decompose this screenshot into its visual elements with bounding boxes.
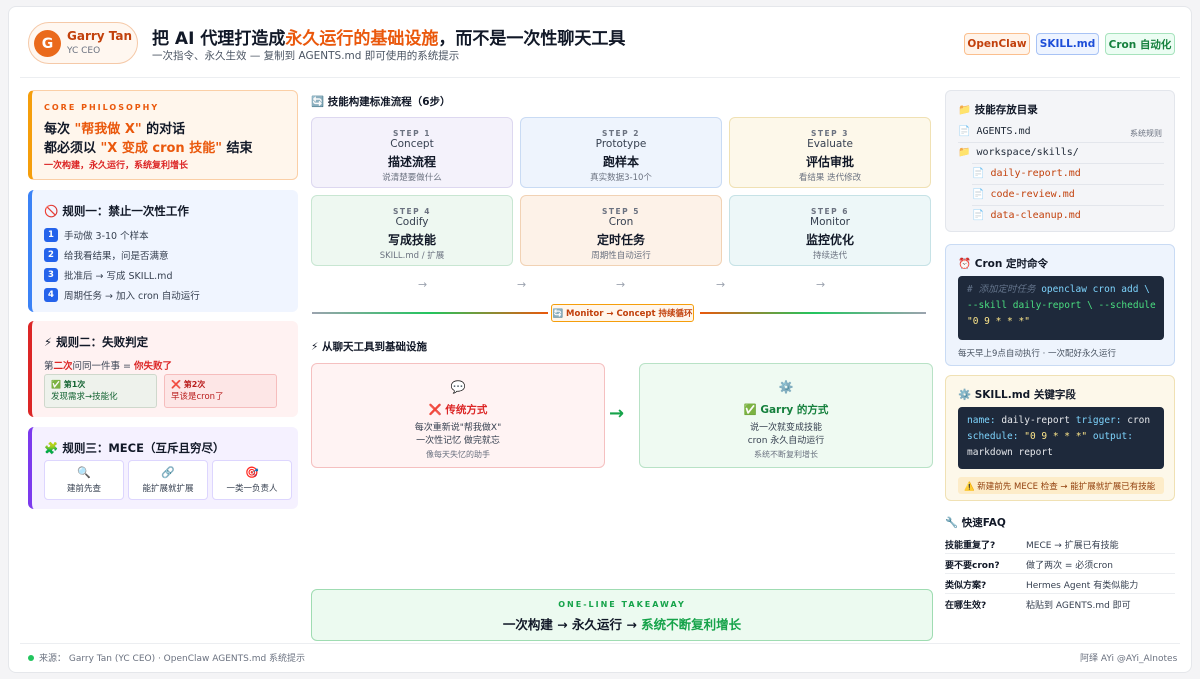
mece-item: 🔍 建前先查: [44, 460, 124, 500]
footer-credit: 阿绎 AYi @AYi_AInotes: [1080, 654, 1178, 664]
loop-line-left: [312, 312, 548, 314]
loop-line-right: [700, 312, 926, 314]
flow-step: STEP 1 Concept 描述流程 说清楚要做什么: [311, 117, 513, 188]
mece-item: 🔗 能扩展就扩展: [128, 460, 208, 500]
folder-icon: 📁: [958, 147, 971, 158]
compare-section-title: ⚡ 从聊天工具到基础设施: [311, 341, 428, 353]
list-item: 4 周期任务 → 加入 cron 自动运行: [44, 287, 200, 303]
arrow-right-icon: →: [616, 278, 626, 291]
faq-answer: Hermes Agent 有类似能力: [1026, 581, 1139, 591]
first-time-box: ✅ 第1次 发现需求→技能化: [44, 374, 157, 408]
faq-question: 技能重复了?: [945, 541, 996, 551]
gear-icon: ⚙️: [778, 380, 794, 394]
author-title: YC CEO: [67, 46, 101, 56]
author-chip: G Garry Tan YC CEO: [28, 22, 138, 64]
wrench-icon: 🔧: [945, 517, 959, 529]
cron-command-card: ⏰ Cron 定时命令 # 添加定时任务 openclaw cron add \…: [945, 244, 1175, 366]
directory-file: 📄 data-cleanup.md: [972, 210, 1081, 221]
faq-question: 在哪生效?: [945, 601, 987, 611]
tag-openclaw: OpenClaw: [964, 33, 1030, 55]
search-icon: 🔍: [77, 466, 91, 479]
rule-two-description: 第二次问同一件事 = 你失败了: [44, 361, 173, 372]
flow-step: STEP 3 Evaluate 评估审批 看结果 迭代修改: [729, 117, 931, 188]
flow-section-title: 🔄 技能构建标准流程（6步）: [311, 96, 451, 108]
flow-step: STEP 6 Monitor 监控优化 持续迭代: [729, 195, 931, 266]
arrow-right-icon: →: [517, 278, 527, 291]
rule-three-title: 🧩 规则三：MECE（互斥且穷尽）: [44, 441, 225, 455]
author-name: Garry Tan: [67, 29, 133, 43]
second-time-box: ❌ 第2次 早该是cron了: [164, 374, 277, 408]
folder-icon: 📁: [958, 104, 972, 116]
rule-one-card: 🚫 规则一：禁止一次性工作 1 手动做 3-10 个样本 2 给我看结果，问是否满意…: [28, 190, 298, 312]
traditional-way-card: 💬 ❌ 传统方式 每次重新说"帮我做X" 一次性记忆 做完就忘 像每天失忆的助手: [311, 363, 605, 468]
link-icon: 🔗: [161, 466, 175, 479]
skill-directory-card: 📁 技能存放目录 📄 AGENTS.md 系统规则 📁 workspace/skil…: [945, 90, 1175, 232]
file-icon: 📄: [972, 189, 985, 200]
faq-question: 类似方案?: [945, 581, 987, 591]
cron-code-block: # 添加定时任务 openclaw cron add \ --skill dai…: [958, 276, 1164, 340]
rule-two-card: ⚡ 规则二：失败判定 第二次问同一件事 = 你失败了 ✅ 第1次 发现需求→技能化…: [28, 321, 298, 417]
directory-item-agents: 📄 AGENTS.md: [958, 126, 1031, 137]
loop-badge: 🔄 Monitor → Concept 持续循环: [551, 304, 694, 322]
lightning-icon: ⚡: [311, 341, 319, 353]
directory-title: 📁 技能存放目录: [958, 104, 1038, 116]
directory-file: 📄 code-review.md: [972, 189, 1075, 200]
faq-answer: MECE → 扩展已有技能: [1026, 541, 1119, 551]
faq-answer: 做了两次 = 必须cron: [1026, 561, 1113, 571]
faq-question: 要不要cron?: [945, 561, 1000, 571]
arrow-right-icon: →: [816, 278, 826, 291]
chat-bubble-icon: 💬: [450, 380, 466, 394]
arrow-right-icon: →: [609, 403, 625, 424]
flow-step: STEP 4 Codify 写成技能 SKILL.md / 扩展: [311, 195, 513, 266]
rule-two-title: ⚡ 规则二：失败判定: [44, 335, 149, 349]
directory-item-folder: 📁 workspace/skills/: [958, 147, 1079, 158]
target-icon: 🎯: [245, 466, 259, 479]
header-divider: [20, 77, 1180, 78]
puzzle-icon: 🧩: [44, 441, 59, 455]
philosophy-subline: 一次构建，永久运行，系统复利增长: [44, 161, 189, 171]
takeaway-banner: ONE-LINE TAKEAWAY 一次构建 → 永久运行 → 系统不断复利增长: [311, 589, 933, 641]
directory-file: 📄 daily-report.md: [972, 168, 1081, 179]
flow-step: STEP 5 Cron 定时任务 周期性自动运行: [520, 195, 722, 266]
core-philosophy-card: CORE PHILOSOPHY 每次 "帮我做 X" 的对话 都必须以 "X 变…: [28, 90, 298, 180]
philosophy-kicker: CORE PHILOSOPHY: [44, 103, 160, 112]
philosophy-line-2: 都必须以 "X 变成 cron 技能" 结束: [44, 141, 253, 156]
avatar: G: [34, 30, 61, 57]
alarm-clock-icon: ⏰: [958, 258, 972, 270]
rule-one-title: 🚫 规则一：禁止一次性工作: [44, 204, 189, 218]
page-title: 把 AI 代理打造成永久运行的基础设施，而不是一次性聊天工具: [152, 29, 626, 49]
page-subtitle: 一次指令、永久生效 — 复制到 AGENTS.md 即可使用的系统提示: [152, 50, 460, 62]
file-icon: 📄: [972, 210, 985, 221]
tag-skill-md: SKILL.md: [1036, 33, 1099, 55]
tag-cron: Cron 自动化: [1105, 33, 1175, 55]
faq-title: 🔧 快速FAQ: [945, 517, 1006, 529]
footer-source: 来源： Garry Tan (YC CEO) · OpenClaw AGENTS…: [28, 651, 305, 664]
skill-code-block: name: daily-report trigger: cron schedul…: [958, 407, 1164, 469]
footer-divider: [20, 643, 1180, 644]
faq-answer: 粘贴到 AGENTS.md 即可: [1026, 601, 1131, 611]
rule-three-card: 🧩 规则三：MECE（互斥且穷尽） 🔍 建前先查 🔗 能扩展就扩展 🎯 一类一负责人: [28, 427, 298, 509]
list-item: 1 手动做 3-10 个样本: [44, 227, 149, 243]
directory-note: 系统规则: [1130, 129, 1162, 138]
arrow-right-icon: →: [716, 278, 726, 291]
skill-fields-card: ⚙️ SKILL.md 关键字段 name: daily-report trig…: [945, 375, 1175, 501]
cron-note: 每天早上9点自动执行 · 一次配好永久运行: [958, 349, 1117, 359]
arrow-right-icon: →: [418, 278, 428, 291]
file-icon: 📄: [958, 126, 971, 137]
status-dot-icon: [28, 654, 34, 661]
cycle-icon: 🔄: [311, 96, 325, 108]
list-item: 3 批准后 → 写成 SKILL.md: [44, 267, 172, 283]
list-item: 2 给我看结果，问是否满意: [44, 247, 169, 263]
flow-step: STEP 2 Prototype 跑样本 真实数据3-10个: [520, 117, 722, 188]
cron-title: ⏰ Cron 定时命令: [958, 258, 1048, 270]
prohibited-icon: 🚫: [44, 204, 59, 218]
skill-title: ⚙️ SKILL.md 关键字段: [958, 389, 1076, 401]
philosophy-line-1: 每次 "帮我做 X" 的对话: [44, 122, 186, 137]
gear-icon: ⚙️: [958, 389, 972, 401]
lightning-icon: ⚡: [44, 335, 53, 349]
file-icon: 📄: [972, 168, 985, 179]
garry-way-card: ⚙️ ✅ Garry 的方式 说一次就变成技能 cron 永久自动运行 系统不断…: [639, 363, 933, 468]
mece-warning: ⚠️ 新建前先 MECE 检查 → 能扩展就扩展已有技能: [958, 477, 1164, 494]
mece-item: 🎯 一类一负责人: [212, 460, 292, 500]
